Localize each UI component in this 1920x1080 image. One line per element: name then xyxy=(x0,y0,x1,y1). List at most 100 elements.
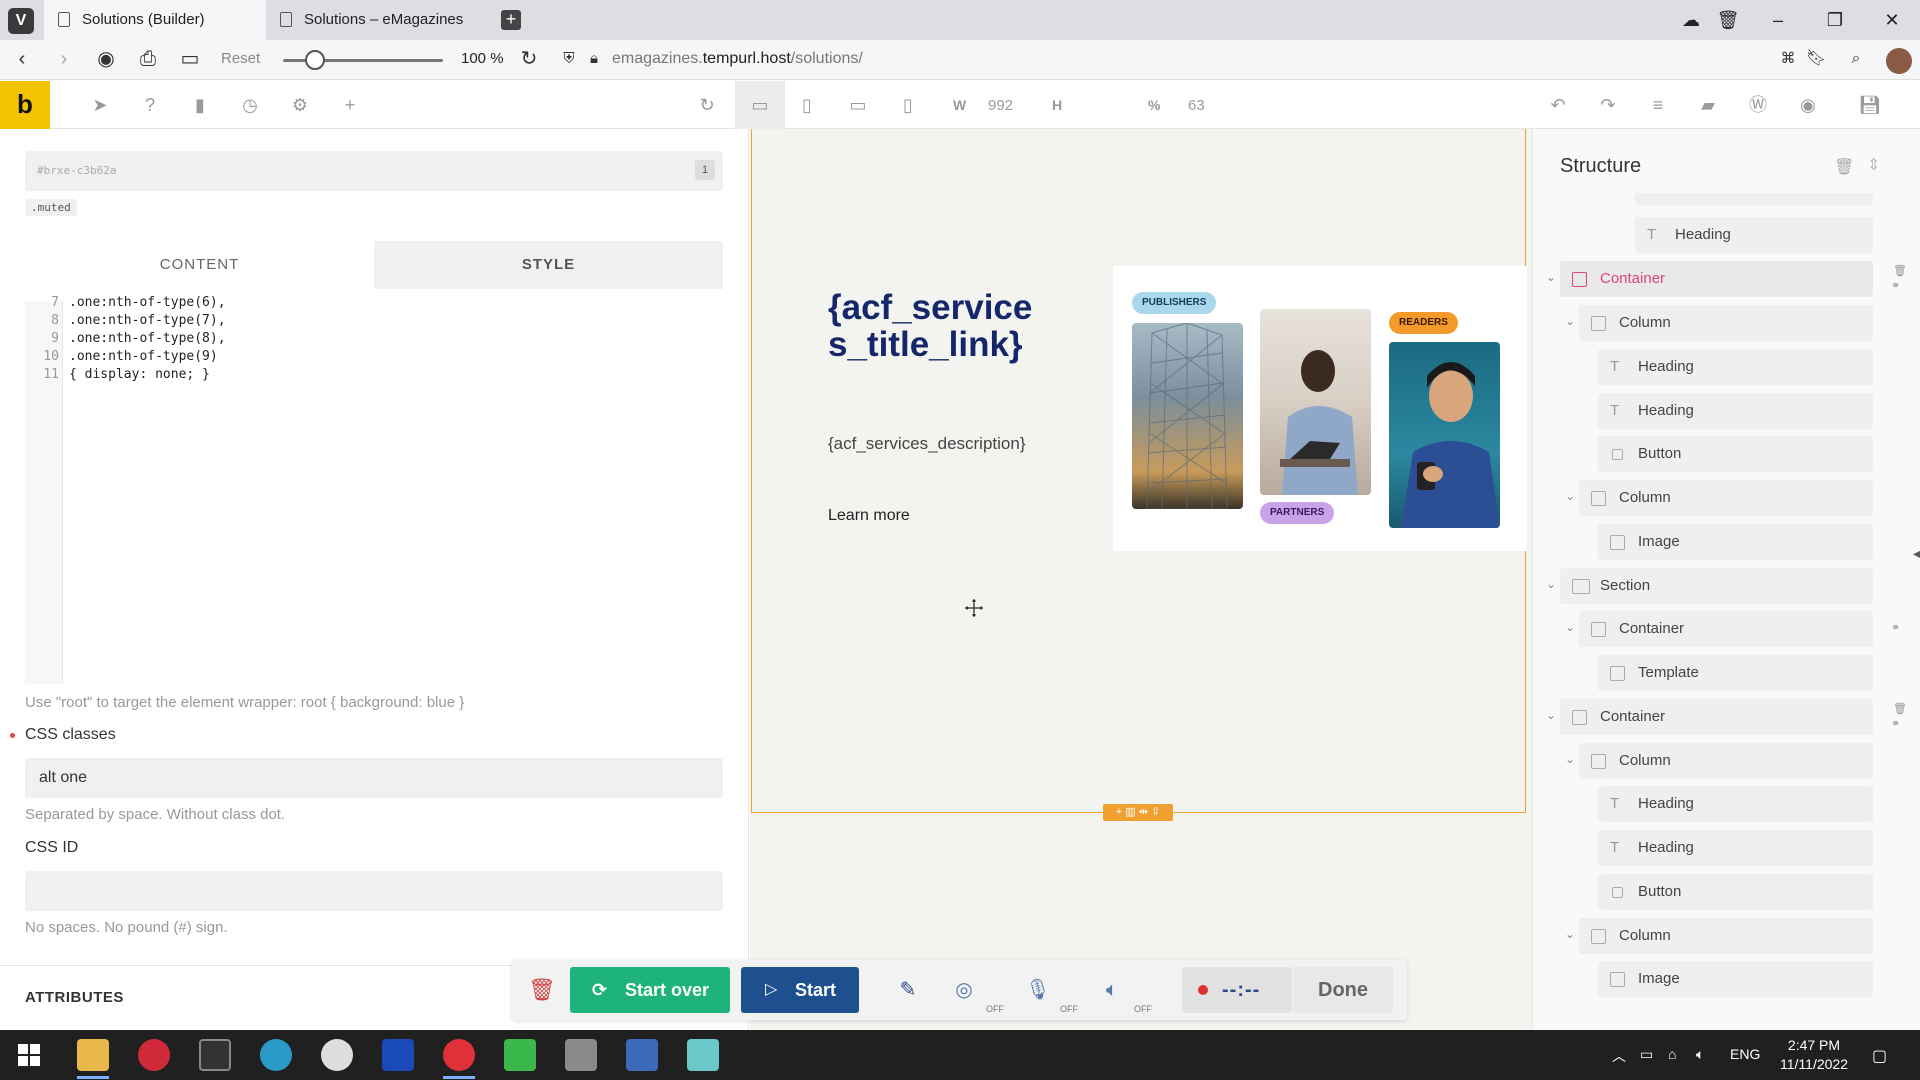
start-button[interactable]: ▷ Start xyxy=(741,967,859,1013)
bitwarden-icon[interactable] xyxy=(382,1039,414,1071)
pages-icon[interactable]: ▮ xyxy=(188,93,212,117)
structure-item-section[interactable]: ⌄ Section xyxy=(1546,568,1873,604)
element-id-field[interactable]: #brxe-c3b62a 1 xyxy=(25,151,723,191)
structure-item-template[interactable]: Template xyxy=(1598,655,1873,691)
tab-solutions-emagazines[interactable]: Solutions – eMagazines xyxy=(266,0,488,40)
custom-css-editor[interactable]: 7 .one:nth-of-type(6), 8 .one:nth-of-typ… xyxy=(25,295,723,684)
css-classes-input[interactable]: alt one xyxy=(25,758,723,798)
link-icon[interactable]: ⚭ xyxy=(1891,717,1900,730)
preview-eye-icon[interactable]: ◉ xyxy=(1796,93,1820,117)
vivaldi-menu-icon[interactable]: V xyxy=(8,8,34,34)
bricks-logo[interactable]: b xyxy=(0,81,50,129)
attributes-section-header[interactable]: ATTRIBUTES xyxy=(25,989,124,1006)
width-input[interactable]: 992 xyxy=(988,97,1013,114)
delete-icon[interactable]: 🗑 xyxy=(1893,702,1907,715)
section-action-handles[interactable]: + ▥ ⇹ ⇳ xyxy=(1103,804,1173,821)
network-icon[interactable]: ⌂ xyxy=(1668,1046,1676,1062)
mobile-portrait-icon[interactable]: ▯ xyxy=(896,93,920,117)
structure-item-container[interactable]: ⌄ Container xyxy=(1565,611,1873,647)
chevron-down-icon[interactable]: ⌄ xyxy=(1544,577,1558,591)
app-icon-red[interactable] xyxy=(138,1039,170,1071)
calculator-icon[interactable] xyxy=(626,1039,658,1071)
file-explorer-icon[interactable] xyxy=(77,1039,109,1071)
structure-item-column[interactable]: ⌄ Column xyxy=(1565,918,1873,954)
chevron-down-icon[interactable]: ⌄ xyxy=(1563,927,1577,941)
structure-item-column[interactable]: ⌄ Column xyxy=(1565,305,1873,341)
css-class-chip[interactable]: .muted xyxy=(25,199,77,216)
refresh-icon[interactable]: ↻ xyxy=(695,93,719,117)
volume-icon[interactable]: 🔈︎ xyxy=(1696,1046,1704,1063)
css-id-input[interactable] xyxy=(25,871,723,911)
trash-icon[interactable]: 🗑 xyxy=(1716,8,1740,32)
chevron-down-icon[interactable]: ⌄ xyxy=(1544,270,1558,284)
link-icon[interactable]: ⚭ xyxy=(1891,621,1900,634)
rewind-icon[interactable]: ◉ xyxy=(94,48,118,72)
structure-item-heading[interactable]: T Heading xyxy=(1598,349,1873,385)
wordpress-icon[interactable]: Ⓦ xyxy=(1746,93,1770,117)
trash-icon[interactable]: 🗑 xyxy=(1834,157,1854,177)
window-icon[interactable]: ▭ xyxy=(178,48,202,72)
terminal-icon[interactable] xyxy=(199,1039,231,1071)
webcam-icon[interactable]: ◎ xyxy=(948,974,980,1006)
bookmark-icon[interactable]: 🔖︎ xyxy=(1804,48,1828,72)
shield-icon[interactable]: ⛨ xyxy=(557,48,581,72)
help-icon[interactable]: ? xyxy=(138,93,162,117)
tab-solutions-builder[interactable]: Solutions (Builder) xyxy=(44,0,266,40)
start-over-button[interactable]: ⟳ Start over xyxy=(570,967,730,1013)
structure-item-image[interactable]: Image xyxy=(1598,961,1873,997)
tab-style[interactable]: STYLE xyxy=(374,241,723,289)
mobile-landscape-icon[interactable]: ▭ xyxy=(846,93,870,117)
learn-more-button[interactable]: Learn more xyxy=(828,507,910,525)
battery-icon[interactable]: ▭ xyxy=(1640,1046,1653,1063)
structure-item-button[interactable]: Button xyxy=(1598,436,1873,472)
structure-item-button[interactable]: Button xyxy=(1598,874,1873,910)
history-icon[interactable]: ◷ xyxy=(238,93,262,117)
zoom-slider-handle[interactable] xyxy=(305,50,325,70)
back-button[interactable]: ‹ xyxy=(10,48,34,72)
done-button[interactable]: Done xyxy=(1293,967,1393,1013)
structure-icon[interactable]: ≡ xyxy=(1646,93,1670,117)
elements-icon[interactable]: ➤ xyxy=(88,93,112,117)
forward-button[interactable]: › xyxy=(52,48,76,72)
builder-canvas[interactable]: {acf_services_title_link} {acf_services_… xyxy=(750,129,1532,1030)
chevron-down-icon[interactable]: ⌄ xyxy=(1563,314,1577,328)
services-title-link[interactable]: {acf_services_title_link} xyxy=(828,289,1038,363)
search-icon[interactable]: ⌕ xyxy=(1844,48,1868,72)
redo-icon[interactable]: ↷ xyxy=(1596,93,1620,117)
tablet-portrait-icon[interactable]: ▯ xyxy=(795,93,819,117)
tray-chevron-up-icon[interactable]: ︿ xyxy=(1612,1046,1626,1066)
collapse-icon[interactable]: ⇕ xyxy=(1867,155,1880,175)
close-window-button[interactable]: ✕ xyxy=(1880,8,1904,32)
url-field[interactable]: emagazines.tempurl.host/solutions/ xyxy=(612,50,863,68)
windows-start-icon[interactable] xyxy=(17,1043,41,1067)
vivaldi-icon[interactable] xyxy=(443,1039,475,1071)
structure-item-heading[interactable]: T Heading xyxy=(1598,830,1873,866)
microphone-icon[interactable]: 🎙︎ xyxy=(1022,974,1054,1006)
structure-item-container-selected[interactable]: ⌄ Container xyxy=(1546,261,1873,297)
structure-item-heading[interactable]: T Heading xyxy=(1635,217,1873,253)
settings-icon[interactable]: ⚙ xyxy=(288,93,312,117)
chevron-down-icon[interactable]: ⌄ xyxy=(1544,708,1558,722)
structure-item-container[interactable]: ⌄ Container xyxy=(1546,699,1873,735)
avatar[interactable] xyxy=(1886,48,1912,74)
github-icon[interactable] xyxy=(321,1039,353,1071)
language-indicator[interactable]: ENG xyxy=(1730,1046,1760,1062)
system-clock[interactable]: 2:47 PM 11/11/2022 xyxy=(1780,1036,1848,1074)
reload-icon[interactable]: ↻ xyxy=(517,48,541,72)
tab-content[interactable]: CONTENT xyxy=(25,241,374,289)
add-icon[interactable]: + xyxy=(338,93,362,117)
link-icon[interactable]: ⚭ xyxy=(1891,279,1900,292)
chevron-down-icon[interactable]: ⌄ xyxy=(1563,620,1577,634)
speaker-icon[interactable]: 🔈︎ xyxy=(1096,974,1128,1006)
pen-icon[interactable]: ✎ xyxy=(892,974,924,1006)
chevron-down-icon[interactable]: ⌄ xyxy=(1563,489,1577,503)
audience-image[interactable]: PUBLISHERS PARTNERS READERS xyxy=(1113,266,1527,551)
undo-icon[interactable]: ↶ xyxy=(1546,93,1570,117)
structure-item-image[interactable]: Image xyxy=(1598,524,1873,560)
structure-item-heading[interactable]: T Heading xyxy=(1598,393,1873,429)
network-app-icon[interactable] xyxy=(565,1039,597,1071)
delete-icon[interactable]: 🗑 xyxy=(1893,264,1907,277)
app-icon-paw[interactable] xyxy=(260,1039,292,1071)
minimize-button[interactable]: – xyxy=(1766,8,1790,32)
panel-resize-arrow-icon[interactable]: ◀ xyxy=(1913,549,1920,560)
